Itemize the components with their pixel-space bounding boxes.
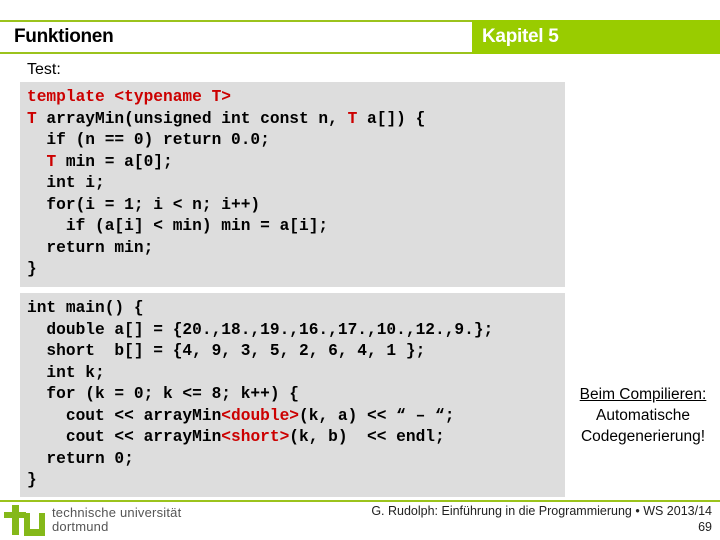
university-name-line: dortmund bbox=[52, 519, 109, 534]
chapter-label: Kapitel 5 bbox=[482, 26, 559, 47]
code-line: int i; bbox=[27, 173, 425, 195]
code-block-template-function: template <typename T> T arrayMin(unsigned… bbox=[20, 82, 565, 287]
page-number: 69 bbox=[698, 520, 712, 534]
code-line: template <typename T> bbox=[27, 87, 425, 109]
note-line: Codegenerierung! bbox=[580, 428, 706, 445]
code-token: int main() { bbox=[27, 299, 144, 317]
code-token-highlight: T bbox=[347, 109, 358, 128]
section-label: Test: bbox=[27, 61, 61, 78]
code-token-highlight: <double> bbox=[221, 406, 300, 425]
code-token: return 0; bbox=[27, 449, 134, 468]
code-line: if (n == 0) return 0.0; bbox=[27, 130, 425, 152]
code-token: for (k = 0; k <= 8; k++) { bbox=[27, 385, 299, 403]
note-heading: Beim Compilieren: bbox=[579, 386, 707, 403]
code-token: return min; bbox=[27, 238, 154, 257]
code-token-highlight: T bbox=[46, 152, 57, 171]
slide-title: Funktionen bbox=[14, 26, 114, 47]
code-token: cout << arrayMin bbox=[27, 428, 222, 446]
code-token: a[]) { bbox=[357, 109, 426, 128]
code-token: (k, a) << “ – “; bbox=[299, 406, 455, 425]
code-token: if (n == 0) return 0.0; bbox=[27, 131, 270, 149]
code-token-highlight: <short> bbox=[221, 428, 290, 446]
code-line: return min; bbox=[27, 238, 425, 260]
code-line: for(i = 1; i < n; i++) bbox=[27, 195, 425, 217]
code-token: for(i = 1; i < n; i++) bbox=[27, 195, 261, 214]
note-line: Automatische bbox=[596, 407, 690, 424]
code-token: arrayMin(unsigned int const n, bbox=[36, 109, 348, 128]
code-token: (k, b) << endl; bbox=[289, 428, 445, 446]
code-line: int k; bbox=[27, 363, 493, 385]
university-name: technische universität dortmund bbox=[52, 506, 181, 534]
chapter-banner: Kapitel 5 bbox=[472, 20, 720, 54]
code-line: return 0; bbox=[27, 449, 493, 471]
compile-note: Beim Compilieren: Automatische Codegener… bbox=[566, 384, 720, 447]
code-block-main-function: int main() { double a[] = {20.,18.,19.,1… bbox=[20, 293, 565, 497]
code-token: short b[] = {4, 9, 3, 5, 2, 6, 4, 1 }; bbox=[27, 342, 426, 360]
footer-credit: G. Rudolph: Einführung in die Programmie… bbox=[371, 504, 712, 518]
code-line: short b[] = {4, 9, 3, 5, 2, 6, 4, 1 }; bbox=[27, 341, 493, 363]
code-line: } bbox=[27, 259, 425, 281]
code-token: } bbox=[27, 260, 37, 278]
code-line: cout << arrayMin<short>(k, b) << endl; bbox=[27, 427, 493, 449]
code-listing: int main() { double a[] = {20.,18.,19.,1… bbox=[27, 298, 493, 492]
university-name-line: technische universität bbox=[52, 505, 182, 520]
code-line: if (a[i] < min) min = a[i]; bbox=[27, 216, 425, 238]
code-line: T min = a[0]; bbox=[27, 152, 425, 174]
code-token: double a[] = {20.,18.,19.,16.,17.,10.,12… bbox=[27, 320, 494, 339]
code-line: } bbox=[27, 470, 493, 492]
code-token: int i; bbox=[27, 174, 105, 192]
tu-logo-icon bbox=[4, 505, 45, 536]
code-line: double a[] = {20.,18.,19.,16.,17.,10.,12… bbox=[27, 320, 493, 342]
code-line: T arrayMin(unsigned int const n, T a[]) … bbox=[27, 109, 425, 131]
code-token: int k; bbox=[27, 363, 105, 382]
code-line: int main() { bbox=[27, 298, 493, 320]
code-token-highlight: template <typename T> bbox=[27, 88, 231, 106]
code-line: for (k = 0; k <= 8; k++) { bbox=[27, 384, 493, 406]
footer-rule bbox=[0, 500, 720, 502]
code-listing: template <typename T> T arrayMin(unsigned… bbox=[27, 87, 425, 281]
code-token: cout << arrayMin bbox=[27, 406, 222, 425]
code-token-highlight: T bbox=[27, 109, 37, 128]
code-token: min = a[0]; bbox=[56, 152, 173, 171]
code-token: } bbox=[27, 471, 37, 489]
code-line: cout << arrayMin<double>(k, a) << “ – “; bbox=[27, 406, 493, 428]
code-token: if (a[i] < min) min = a[i]; bbox=[27, 217, 329, 235]
